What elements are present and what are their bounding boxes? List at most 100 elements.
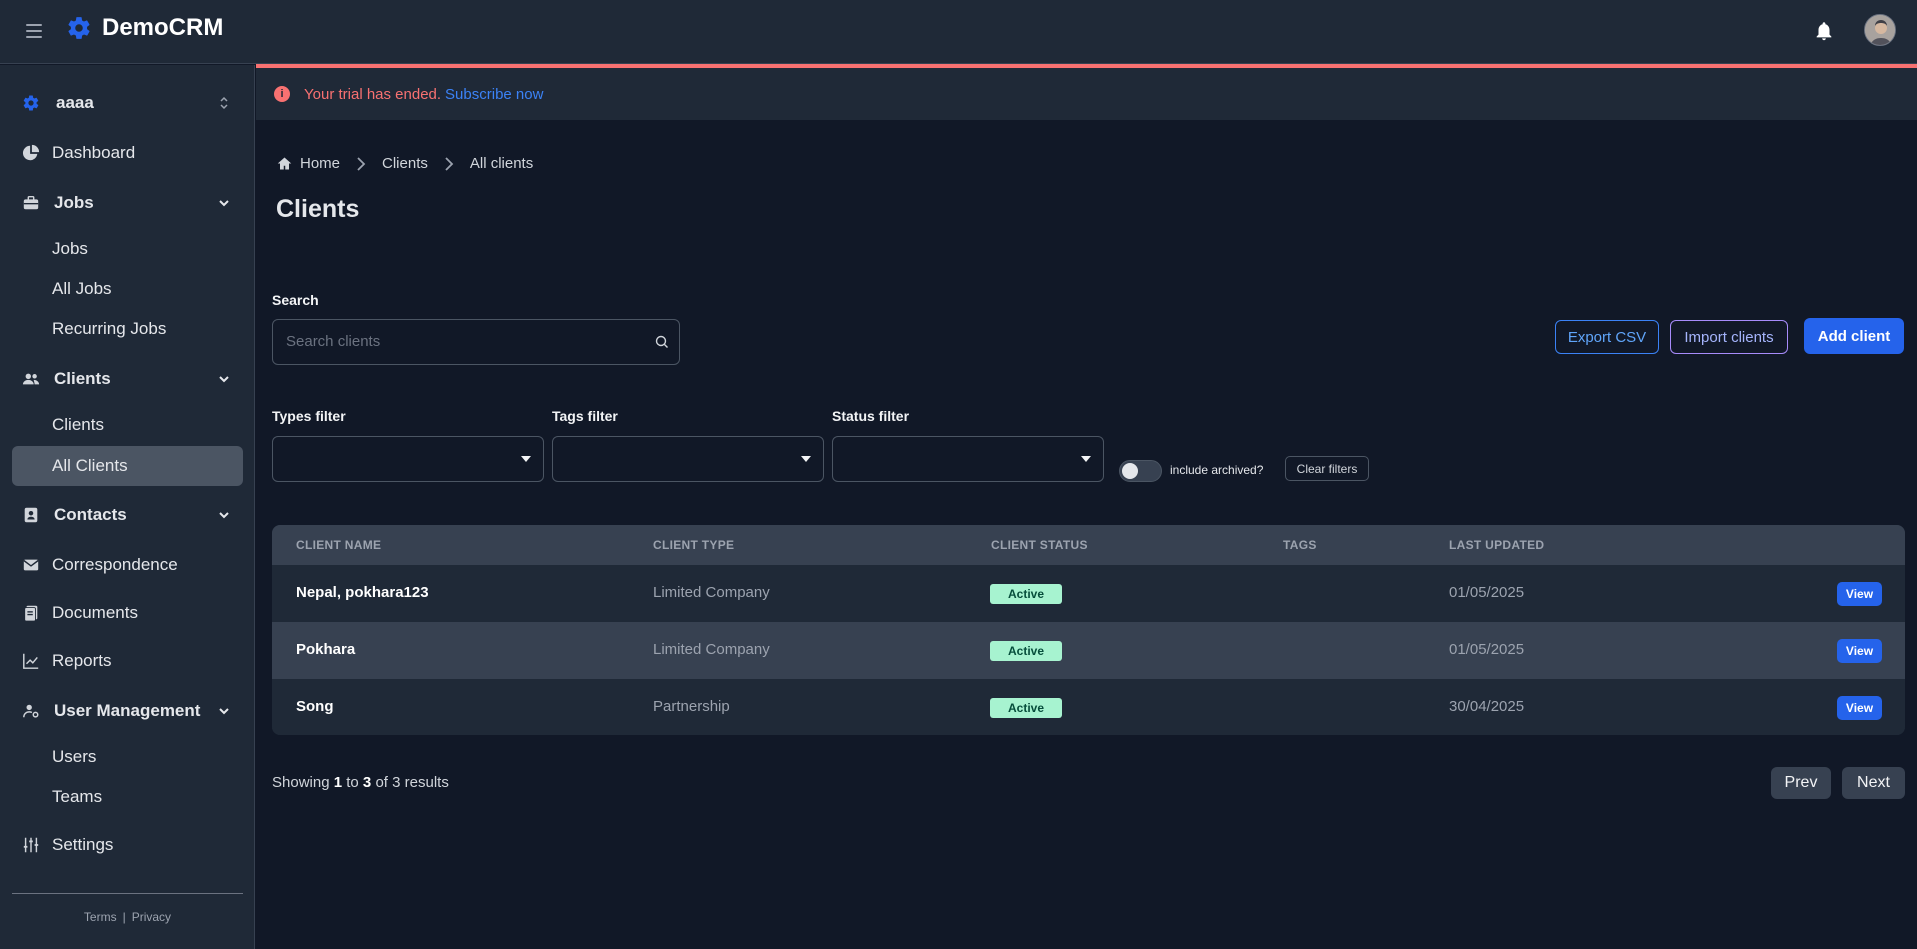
pagination-to: 3: [362, 774, 372, 791]
chevron-down-icon: [219, 376, 229, 383]
toggle-knob: [1122, 463, 1138, 479]
import-clients-button[interactable]: Import clients: [1670, 320, 1788, 354]
last-updated: 30/04/2025: [1449, 698, 1525, 715]
sidebar-item-reports[interactable]: Reports: [12, 641, 243, 681]
status-filter-select[interactable]: [832, 436, 1104, 482]
user-avatar[interactable]: [1864, 14, 1896, 46]
sidebar-item-user-management[interactable]: User Management: [12, 691, 243, 731]
gear-logo-icon: [68, 17, 90, 39]
pagination-from: 1: [333, 774, 343, 791]
clear-filters-button[interactable]: Clear filters: [1285, 456, 1369, 481]
briefcase-icon: [22, 194, 40, 212]
page-title: Clients: [276, 195, 360, 223]
table-row[interactable]: Nepal, pokhara123 Limited Company Active…: [272, 565, 1905, 622]
view-button[interactable]: View: [1837, 639, 1882, 663]
terms-link[interactable]: Terms: [84, 910, 117, 924]
breadcrumb-label: Clients: [382, 155, 428, 172]
last-updated: 01/05/2025: [1449, 584, 1525, 601]
sidebar-subitem-users[interactable]: Users: [12, 737, 243, 777]
sidebar-subitem-recurring-jobs[interactable]: Recurring Jobs: [12, 309, 243, 349]
sidebar-item-label: User Management: [54, 701, 201, 720]
sidebar-item-label: Documents: [52, 603, 138, 622]
table-header: CLIENT NAME CLIENT TYPE CLIENT STATUS TA…: [272, 525, 1905, 565]
document-icon: [22, 604, 40, 622]
pagination-total: 3: [392, 774, 401, 791]
sidebar-item-label: Clients: [54, 369, 111, 388]
subscribe-link[interactable]: Subscribe now: [445, 86, 543, 103]
client-name: Nepal, pokhara123: [296, 584, 429, 601]
chevron-right-icon: [445, 156, 454, 171]
column-header[interactable]: CLIENT TYPE: [653, 538, 734, 552]
column-header[interactable]: LAST UPDATED: [1449, 538, 1544, 552]
pagination-suffix: results: [404, 774, 449, 791]
sidebar-item-settings[interactable]: Settings: [12, 825, 243, 865]
brand-name: DemoCRM: [102, 14, 224, 41]
view-button[interactable]: View: [1837, 696, 1882, 720]
sliders-icon: [22, 836, 40, 854]
pagination-prefix: Showing: [272, 774, 330, 791]
breadcrumb-clients[interactable]: Clients: [382, 155, 428, 172]
line-chart-icon: [22, 652, 40, 670]
status-filter-label: Status filter: [832, 408, 910, 424]
trial-message-text: Your trial has ended.: [304, 86, 442, 103]
sidebar-item-correspondence[interactable]: Correspondence: [12, 545, 243, 585]
column-header[interactable]: CLIENT STATUS: [991, 538, 1088, 552]
user-settings-icon: [22, 702, 40, 720]
breadcrumb-home[interactable]: Home: [277, 155, 340, 172]
trial-banner: i Your trial has ended. Subscribe now: [256, 64, 1917, 120]
sidebar-item-label: All Clients: [52, 456, 128, 475]
table-row[interactable]: Song Partnership Active 30/04/2025 View: [272, 679, 1905, 735]
chevron-down-icon: [219, 200, 229, 207]
add-client-button[interactable]: Add client: [1804, 318, 1904, 354]
search-input[interactable]: [286, 333, 646, 350]
pagination-to-word: to: [346, 774, 359, 791]
breadcrumb-all-clients[interactable]: All clients: [470, 155, 533, 172]
workspace-switcher[interactable]: aaaa: [12, 83, 243, 123]
next-page-button[interactable]: Next: [1842, 767, 1905, 799]
types-filter-select[interactable]: [272, 436, 544, 482]
tags-filter-select[interactable]: [552, 436, 824, 482]
pie-chart-icon: [22, 144, 40, 162]
pagination-of-word: of: [375, 774, 388, 791]
clients-table: CLIENT NAME CLIENT TYPE CLIENT STATUS TA…: [272, 525, 1905, 735]
home-icon: [277, 157, 292, 170]
gear-icon: [22, 94, 40, 112]
sidebar-subitem-teams[interactable]: Teams: [12, 777, 243, 817]
sidebar-item-contacts[interactable]: Contacts: [12, 495, 243, 535]
search-field[interactable]: [272, 319, 680, 365]
client-type: Limited Company: [653, 584, 770, 601]
brand[interactable]: DemoCRM: [66, 14, 223, 42]
sidebar-item-label: Jobs: [52, 239, 88, 258]
view-button[interactable]: View: [1837, 582, 1882, 606]
sidebar-item-label: Correspondence: [52, 555, 178, 574]
prev-page-button[interactable]: Prev: [1771, 767, 1831, 799]
footer-separator: |: [122, 910, 126, 924]
types-filter-label: Types filter: [272, 408, 346, 424]
sidebar-subitem-jobs[interactable]: Jobs: [12, 229, 243, 269]
users-icon: [22, 370, 40, 388]
column-header[interactable]: CLIENT NAME: [296, 538, 381, 552]
breadcrumb-label: All clients: [469, 155, 534, 172]
search-label: Search: [272, 292, 319, 308]
privacy-link[interactable]: Privacy: [132, 910, 171, 924]
sidebar-item-label: Dashboard: [52, 143, 136, 162]
tags-filter-label: Tags filter: [552, 408, 618, 424]
breadcrumb-label: Home: [300, 155, 341, 172]
column-header[interactable]: TAGS: [1283, 538, 1317, 552]
sidebar-item-label: Teams: [52, 787, 103, 806]
sidebar-subitem-clients[interactable]: Clients: [12, 405, 243, 445]
sidebar-item-documents[interactable]: Documents: [12, 593, 243, 633]
table-row[interactable]: Pokhara Limited Company Active 01/05/202…: [272, 622, 1905, 679]
sidebar-subitem-all-clients[interactable]: All Clients: [12, 446, 243, 486]
sidebar-item-dashboard[interactable]: Dashboard: [12, 133, 243, 173]
sidebar: aaaa Dashboard Jobs Jobs All Jobs Recurr…: [0, 65, 255, 949]
pagination-summary: Showing 1 to 3 of 3 results: [272, 774, 449, 791]
include-archived-toggle[interactable]: [1119, 460, 1162, 482]
sidebar-item-jobs[interactable]: Jobs: [12, 183, 243, 223]
export-csv-button[interactable]: Export CSV: [1555, 320, 1659, 354]
chevron-updown-icon: [220, 96, 228, 110]
sidebar-subitem-all-jobs[interactable]: All Jobs: [12, 269, 243, 309]
menu-icon[interactable]: [26, 21, 46, 41]
bell-icon[interactable]: [1813, 19, 1835, 43]
sidebar-item-clients[interactable]: Clients: [12, 359, 243, 399]
